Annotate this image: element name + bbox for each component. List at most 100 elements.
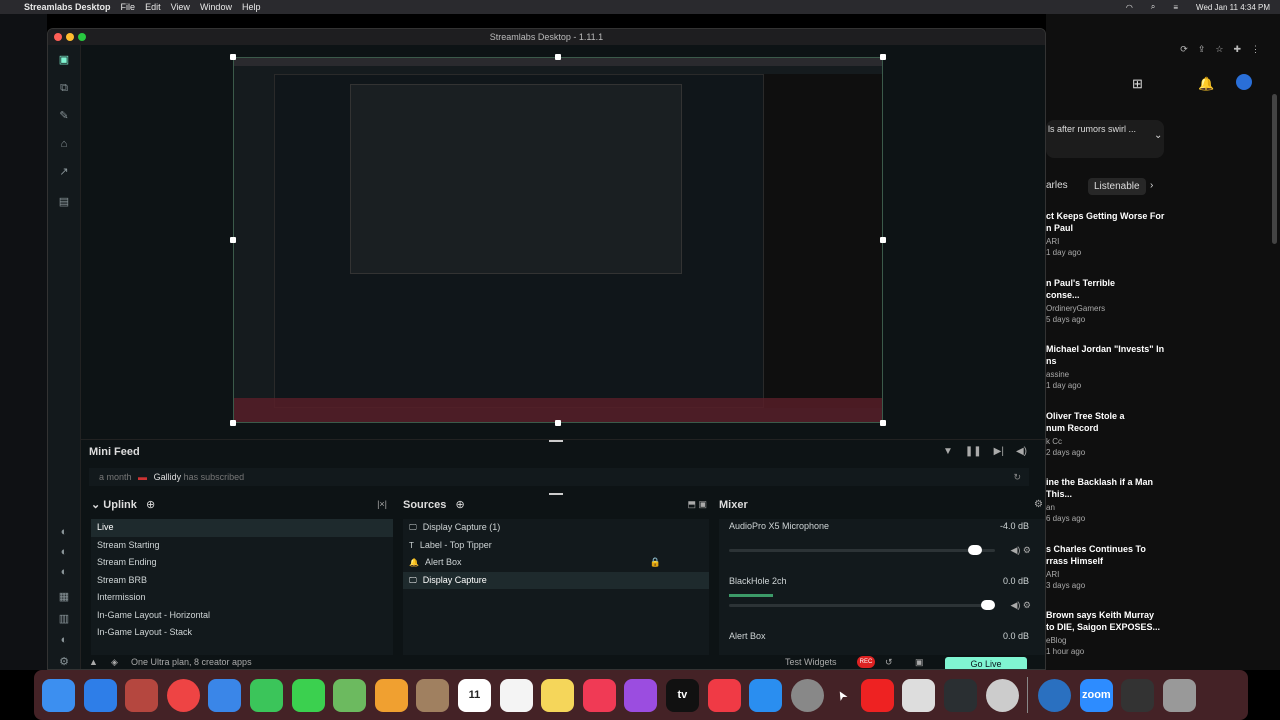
video-channel[interactable]: OrdineryGamers (1046, 303, 1105, 314)
scene-item[interactable]: Stream Ending (91, 554, 393, 572)
layers-icon[interactable]: ⧉ (56, 81, 72, 95)
podcasts-icon[interactable] (624, 678, 658, 712)
source-folder-icon[interactable]: ⬒ ▣ (687, 499, 707, 510)
photos-icon[interactable] (374, 678, 408, 712)
prime-icon[interactable]: ◈ (111, 657, 118, 668)
chip-charles[interactable]: arles (1046, 180, 1068, 191)
minimize-button[interactable] (66, 33, 74, 41)
news-icon[interactable] (707, 678, 741, 712)
reminders-icon[interactable] (499, 678, 533, 712)
scene-item[interactable]: Live (91, 519, 393, 537)
performance-icon[interactable]: ▲ (89, 657, 98, 667)
notifications-icon[interactable]: 🔔 (1198, 76, 1214, 92)
panel-resize-handle[interactable] (549, 493, 563, 495)
lock-icon[interactable]: 🔒 (650, 554, 661, 572)
notes-icon[interactable] (541, 678, 575, 712)
go-live-button[interactable]: Go Live (945, 657, 1027, 669)
headline[interactable]: ls after rumors swirl ... (1048, 124, 1136, 134)
feed-event[interactable]: a month ▬ Gallidy has subscribed ↻ (89, 468, 1029, 486)
piano-icon[interactable] (1121, 678, 1155, 712)
mute-icon[interactable]: ◀) ⚙ (1011, 600, 1032, 611)
menu-window[interactable]: Window (200, 2, 232, 12)
video-title[interactable]: n Paul's Terrible conse... (1046, 277, 1115, 301)
zoom-button[interactable] (78, 33, 86, 41)
add-scene-icon[interactable]: ⊕ (146, 499, 155, 511)
zoom-icon[interactable]: zoom (1079, 678, 1113, 712)
menu-help[interactable]: Help (242, 2, 261, 12)
settings-icon[interactable]: ⚙ (56, 655, 72, 669)
volume-icon[interactable]: ◀) (1016, 446, 1027, 457)
display-capture-preview[interactable] (233, 57, 883, 423)
scrollbar[interactable] (1272, 94, 1277, 244)
editor-icon[interactable]: ▣ (56, 53, 72, 67)
columns-icon[interactable]: ▥ (56, 612, 72, 626)
control-center-icon[interactable]: ≡ (1173, 3, 1178, 12)
volume-knob[interactable] (981, 600, 995, 610)
system-settings-icon[interactable] (790, 678, 824, 712)
chevron-right-icon[interactable]: › (1150, 180, 1153, 191)
collapse-icon[interactable]: ⌄ (91, 499, 103, 511)
screenshot-icon[interactable]: ▣ (915, 657, 924, 668)
video-title[interactable]: ct Keeps Getting Worse For n Paul (1046, 210, 1164, 234)
source-item[interactable]: 🖵 Display Capture (1) (403, 519, 709, 537)
chevron-down-icon[interactable]: ⌄ (1154, 130, 1162, 141)
panel-resize-handle[interactable] (549, 440, 563, 442)
avatar[interactable] (1236, 74, 1252, 90)
source-item[interactable]: 🔔 Alert Box 🔒 (403, 554, 709, 572)
video-channel[interactable]: k Cc (1046, 436, 1062, 447)
source-item[interactable]: 🖵 Display Capture (403, 571, 709, 589)
resize-handle[interactable] (230, 237, 236, 243)
chip-listenable[interactable]: Listenable (1088, 178, 1146, 195)
scene-item[interactable]: Stream Starting (91, 537, 393, 555)
highlighter-icon[interactable]: ▤ (56, 195, 72, 209)
quicktime-icon[interactable] (1038, 678, 1072, 712)
add-video-icon[interactable]: ⊞ (1132, 76, 1143, 92)
scene-item[interactable]: In-Game Layout - Stack (91, 624, 393, 642)
help-icon[interactable]: ◐ (56, 633, 72, 647)
mail-icon[interactable] (208, 678, 242, 712)
filter-icon[interactable]: ▼ (943, 446, 953, 457)
safari-icon[interactable] (83, 678, 117, 712)
disk-utility-icon[interactable] (985, 678, 1019, 712)
video-title[interactable]: Oliver Tree Stole a num Record (1046, 410, 1125, 434)
video-channel[interactable]: ARI (1046, 569, 1059, 580)
pause-icon[interactable]: ❚❚ (965, 446, 982, 457)
scene-item[interactable]: Intermission (91, 589, 393, 607)
roblox-icon[interactable] (902, 678, 936, 712)
mute-icon[interactable]: ◀) ⚙ (1011, 545, 1032, 556)
resize-handle[interactable] (880, 237, 886, 243)
scene-item[interactable]: In-Game Layout - Horizontal (91, 607, 393, 625)
scenes-title[interactable]: Uplink (103, 499, 137, 511)
volume-slider[interactable] (729, 600, 995, 610)
cursor-icon[interactable]: ➤ (823, 678, 862, 712)
volume-knob[interactable] (967, 545, 982, 555)
replay-buffer-icon[interactable]: ↺ (885, 657, 893, 668)
menu-edit[interactable]: Edit (145, 2, 161, 12)
close-button[interactable] (54, 33, 62, 41)
maps-icon[interactable] (333, 678, 367, 712)
resize-handle[interactable] (555, 420, 561, 426)
tv-icon[interactable]: tv (665, 678, 699, 712)
video-channel[interactable]: an (1046, 502, 1055, 513)
video-title[interactable]: s Charles Continues To rrass Himself (1046, 543, 1146, 567)
resize-handle[interactable] (880, 420, 886, 426)
launchpad-icon[interactable] (125, 678, 159, 712)
extensions-icon[interactable]: ✚ (1233, 44, 1241, 62)
video-title[interactable]: Michael Jordan "Invests" In ns (1046, 343, 1164, 367)
calendar-icon[interactable]: 11 (457, 678, 491, 712)
app-store-icon[interactable] (749, 678, 783, 712)
facetime-icon[interactable] (249, 678, 283, 712)
resize-handle[interactable] (230, 420, 236, 426)
add-source-icon[interactable]: ⊕ (455, 499, 464, 511)
test-widgets-button[interactable]: Test Widgets (785, 657, 837, 667)
finder-icon[interactable] (42, 678, 75, 712)
resize-handle[interactable] (230, 54, 236, 60)
menu-view[interactable]: View (171, 2, 190, 12)
volume-slider[interactable] (729, 545, 995, 555)
share-icon[interactable]: ⇪ (1198, 44, 1206, 62)
video-channel[interactable]: assine (1046, 369, 1069, 380)
themes-icon[interactable]: ✎ (56, 109, 72, 123)
source-item[interactable]: T Label - Top Tipper (403, 537, 709, 555)
video-channel[interactable]: ARI (1046, 236, 1059, 247)
menu-file[interactable]: File (121, 2, 136, 12)
